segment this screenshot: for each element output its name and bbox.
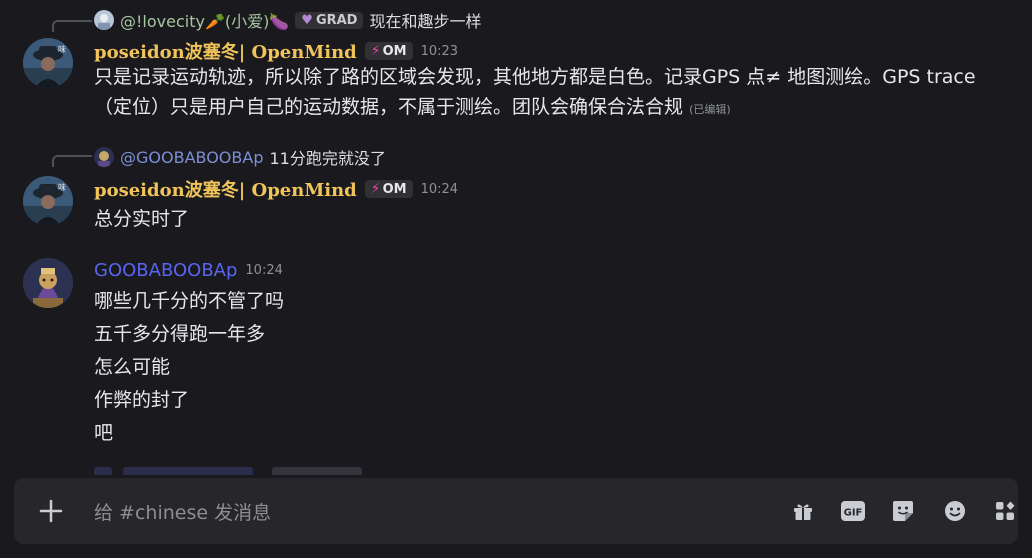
message-line: 作弊的封了 xyxy=(94,389,190,411)
grad-badge: ♥ GRAD xyxy=(295,11,364,29)
reply-author[interactable]: @!lovecity🥕(小爱)🍆 xyxy=(120,8,289,32)
message-line: 哪些几千分的不管了吗 xyxy=(94,290,285,312)
reply-text: 现在和趣步一样 xyxy=(369,12,482,31)
reply-preview[interactable]: @GOOBABOOBAp 11分跑完就没了 xyxy=(94,145,386,169)
svg-text:味: 味 xyxy=(58,44,66,54)
timestamp: 10:23 xyxy=(420,43,459,59)
message-text: 只是记录运动轨迹，所以除了路的区域会发现，其他地方都是白色。记录GPS 点≠ 地… xyxy=(94,66,976,118)
reply-author[interactable]: @GOOBABOOBAp xyxy=(120,148,263,167)
om-badge[interactable]: ⚡ OM xyxy=(364,42,413,60)
emoji-icon[interactable] xyxy=(940,496,970,526)
heart-icon: ♥ xyxy=(301,12,313,28)
svg-text:GIF: GIF xyxy=(844,508,863,519)
message-line: 吧 xyxy=(94,422,114,444)
reply-connector xyxy=(52,20,92,32)
bolt-icon: ⚡ xyxy=(370,43,381,59)
reply-preview[interactable]: @!lovecity🥕(小爱)🍆 ♥ GRAD 现在和趣步一样 xyxy=(94,8,482,32)
timestamp: 10:24 xyxy=(420,181,459,197)
avatar[interactable]: 味 xyxy=(23,176,73,226)
message-text: 总分实时了 xyxy=(94,208,190,230)
message-list: @!lovecity🥕(小爱)🍆 ♥ GRAD 现在和趣步一样 味 poseido… xyxy=(0,0,1032,475)
timestamp: 10:24 xyxy=(245,263,283,278)
author-row: poseidon波塞冬| OpenMind ⚡ OM 10:23 xyxy=(94,38,458,64)
avatar[interactable]: 味 xyxy=(23,38,73,88)
avatar[interactable] xyxy=(23,258,73,308)
message-line: 五千多分得跑一年多 xyxy=(94,323,266,345)
truncated-reply-preview xyxy=(94,466,384,475)
message-input[interactable]: 给 #chinese 发消息 xyxy=(94,498,271,525)
edited-label: (已编辑) xyxy=(689,103,731,116)
om-badge[interactable]: ⚡ OM xyxy=(364,180,413,198)
author-row: poseidon波塞冬| OpenMind ⚡ OM 10:24 xyxy=(94,176,458,202)
author-row: GOOBABOOBAp 10:24 xyxy=(94,260,283,281)
reply-avatar xyxy=(94,10,114,30)
author-name[interactable]: poseidon波塞冬| OpenMind xyxy=(94,176,357,202)
gif-icon[interactable]: GIF xyxy=(838,496,868,526)
sticker-icon[interactable] xyxy=(888,496,918,526)
bolt-icon: ⚡ xyxy=(370,181,381,197)
gift-icon[interactable] xyxy=(788,496,818,526)
svg-text:味: 味 xyxy=(58,182,66,192)
reply-connector xyxy=(52,155,92,167)
reply-avatar xyxy=(94,147,114,167)
author-name[interactable]: poseidon波塞冬| OpenMind xyxy=(94,38,357,64)
message-composer[interactable]: 给 #chinese 发消息 GIF xyxy=(14,478,1018,544)
author-name[interactable]: GOOBABOOBAp xyxy=(94,260,237,281)
plus-icon[interactable] xyxy=(34,494,68,528)
reply-text: 11分跑完就没了 xyxy=(269,149,386,168)
message-line: 怎么可能 xyxy=(94,356,171,378)
apps-icon[interactable] xyxy=(990,496,1020,526)
